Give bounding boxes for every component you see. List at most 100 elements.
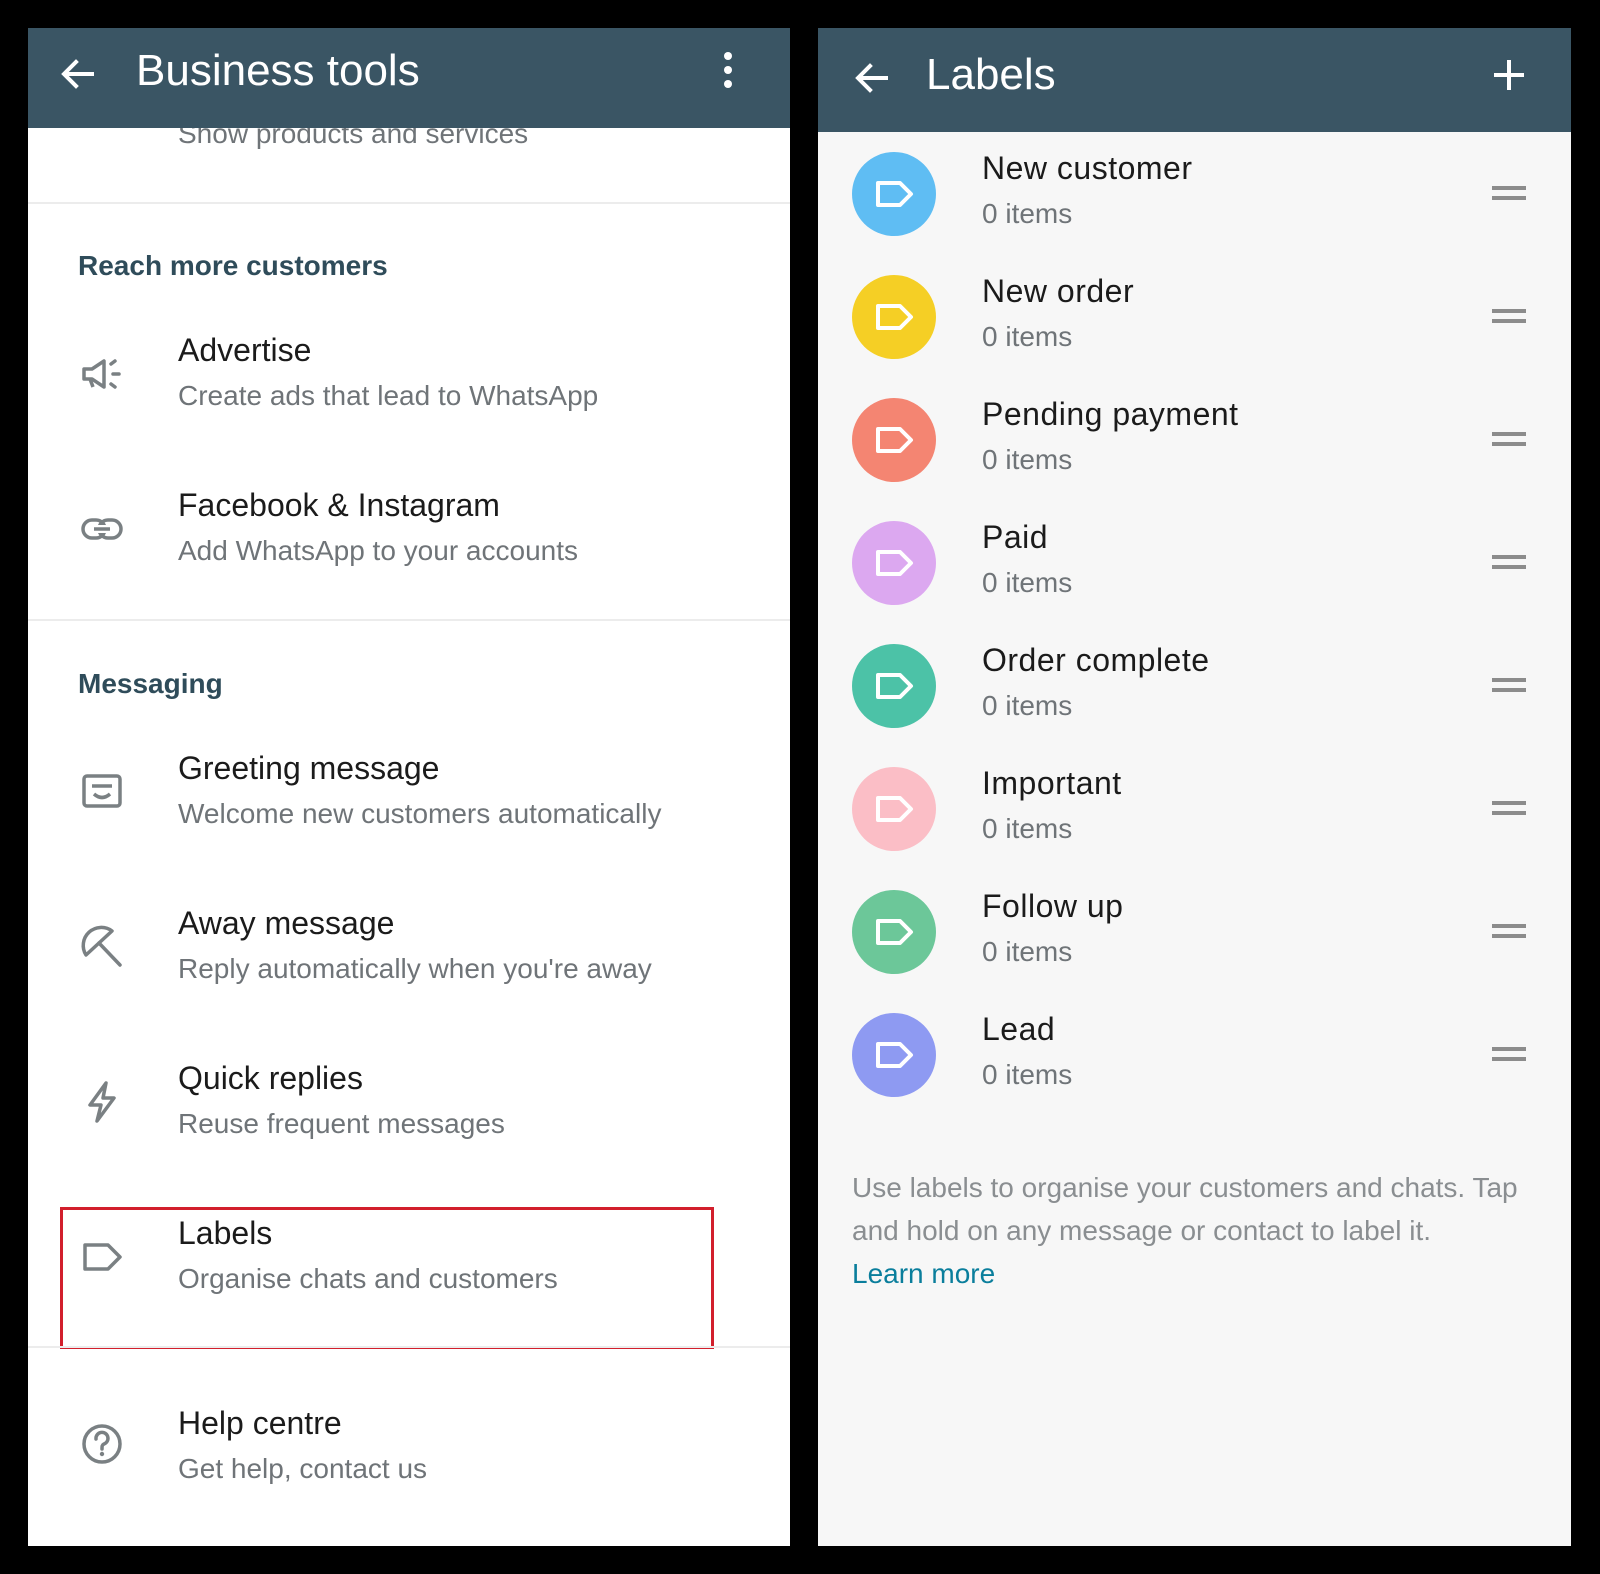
page-title: Labels xyxy=(926,50,1056,99)
drag-handle-bar xyxy=(1492,432,1526,436)
drag-handle-bar xyxy=(1492,196,1526,200)
drag-handle-icon[interactable] xyxy=(1492,678,1526,692)
label-tag-icon xyxy=(876,796,913,822)
label-name: Important xyxy=(982,765,1122,801)
divider xyxy=(28,619,790,621)
label-color-badge xyxy=(852,275,936,359)
drag-handle-bar xyxy=(1492,565,1526,569)
footer-description: Use labels to organise your customers an… xyxy=(852,1172,1518,1246)
drag-handle-icon[interactable] xyxy=(1492,432,1526,446)
greeting-message-icon xyxy=(80,770,124,814)
labels-footer: Use labels to organise your customers an… xyxy=(852,1166,1542,1295)
link-icon xyxy=(80,507,124,551)
label-list-item[interactable]: Order complete 0 items xyxy=(818,622,1571,745)
label-list-item[interactable]: New customer 0 items xyxy=(818,130,1571,253)
item-title: Facebook & Instagram xyxy=(178,487,500,523)
drag-handle-bar xyxy=(1492,309,1526,313)
label-color-badge xyxy=(852,890,936,974)
item-title: Greeting message xyxy=(178,750,440,786)
drag-handle-bar xyxy=(1492,811,1526,815)
label-item-count: 0 items xyxy=(982,321,1073,352)
label-list-item[interactable]: Pending payment 0 items xyxy=(818,376,1571,499)
labels-highlight-box xyxy=(60,1207,714,1349)
label-list-item[interactable]: Important 0 items xyxy=(818,745,1571,868)
label-item-count: 0 items xyxy=(982,444,1073,475)
label-list-item[interactable]: Paid 0 items xyxy=(818,499,1571,622)
drag-handle-icon[interactable] xyxy=(1492,309,1526,323)
label-tag-icon xyxy=(876,427,913,453)
drag-handle-bar xyxy=(1492,186,1526,190)
label-item-count: 0 items xyxy=(982,1059,1073,1090)
label-list-item[interactable]: Follow up 0 items xyxy=(818,868,1571,991)
app-bar: Labels xyxy=(818,28,1571,132)
business-tools-screen: Show products and services Business tool… xyxy=(28,28,790,1546)
label-tag-icon xyxy=(876,1042,913,1068)
label-color-badge xyxy=(852,152,936,236)
help-circle-icon xyxy=(80,1422,124,1466)
label-name: Follow up xyxy=(982,888,1124,924)
label-color-badge xyxy=(852,767,936,851)
label-item-count: 0 items xyxy=(982,198,1073,229)
item-title: Advertise xyxy=(178,332,312,368)
drag-handle-bar xyxy=(1492,924,1526,928)
megaphone-icon xyxy=(80,353,124,397)
drag-handle-icon[interactable] xyxy=(1492,1047,1526,1061)
away-umbrella-icon xyxy=(80,925,124,969)
drag-handle-bar xyxy=(1492,1057,1526,1061)
label-item-count: 0 items xyxy=(982,567,1073,598)
lightning-icon xyxy=(80,1080,124,1124)
label-name: Order complete xyxy=(982,642,1210,678)
drag-handle-icon[interactable] xyxy=(1492,801,1526,815)
label-name: Lead xyxy=(982,1011,1056,1047)
drag-handle-bar xyxy=(1492,442,1526,446)
label-item-count: 0 items xyxy=(982,690,1073,721)
item-title: Help centre xyxy=(178,1405,342,1441)
label-list-item[interactable]: Lead 0 items xyxy=(818,991,1571,1114)
label-list-item[interactable]: New order 0 items xyxy=(818,253,1571,376)
drag-handle-icon[interactable] xyxy=(1492,555,1526,569)
learn-more-link[interactable]: Learn more xyxy=(852,1252,1542,1295)
more-vertical-icon[interactable] xyxy=(716,50,740,94)
label-name: Paid xyxy=(982,519,1049,555)
item-title: Away message xyxy=(178,905,395,941)
drag-handle-bar xyxy=(1492,688,1526,692)
label-color-badge xyxy=(852,644,936,728)
drag-handle-bar xyxy=(1492,555,1526,559)
drag-handle-bar xyxy=(1492,678,1526,682)
section-header-messaging: Messaging xyxy=(78,668,223,699)
item-subtitle: Create ads that lead to WhatsApp xyxy=(178,380,599,411)
drag-handle-bar xyxy=(1492,801,1526,805)
label-tag-icon xyxy=(876,673,913,699)
label-tag-icon xyxy=(876,550,913,576)
item-subtitle: Add WhatsApp to your accounts xyxy=(178,535,578,566)
arrow-left-icon[interactable] xyxy=(56,52,100,96)
page-title: Business tools xyxy=(136,46,420,95)
label-tag-icon xyxy=(876,919,913,945)
arrow-left-icon[interactable] xyxy=(850,56,894,100)
label-item-count: 0 items xyxy=(982,936,1073,967)
label-name: Pending payment xyxy=(982,396,1239,432)
label-color-badge xyxy=(852,521,936,605)
drag-handle-bar xyxy=(1492,319,1526,323)
plus-icon[interactable] xyxy=(1492,58,1526,92)
label-color-badge xyxy=(852,1013,936,1097)
drag-handle-icon[interactable] xyxy=(1492,186,1526,200)
section-header-reach: Reach more customers xyxy=(78,250,388,281)
drag-handle-bar xyxy=(1492,1047,1526,1051)
label-item-count: 0 items xyxy=(982,813,1073,844)
item-subtitle: Reuse frequent messages xyxy=(178,1108,505,1139)
label-name: New order xyxy=(982,273,1135,309)
item-subtitle: Get help, contact us xyxy=(178,1453,428,1484)
label-tag-icon xyxy=(876,304,913,330)
labels-screen: Labels New customer 0 items New order 0 ite… xyxy=(818,28,1571,1546)
drag-handle-icon[interactable] xyxy=(1492,924,1526,938)
label-color-badge xyxy=(852,398,936,482)
divider xyxy=(28,1346,790,1348)
label-name: New customer xyxy=(982,150,1193,186)
app-bar: Business tools xyxy=(28,28,790,128)
item-title: Quick replies xyxy=(178,1060,363,1096)
drag-handle-bar xyxy=(1492,934,1526,938)
divider xyxy=(28,202,790,204)
item-subtitle: Welcome new customers automatically xyxy=(178,798,662,829)
item-subtitle: Reply automatically when you're away xyxy=(178,953,652,984)
